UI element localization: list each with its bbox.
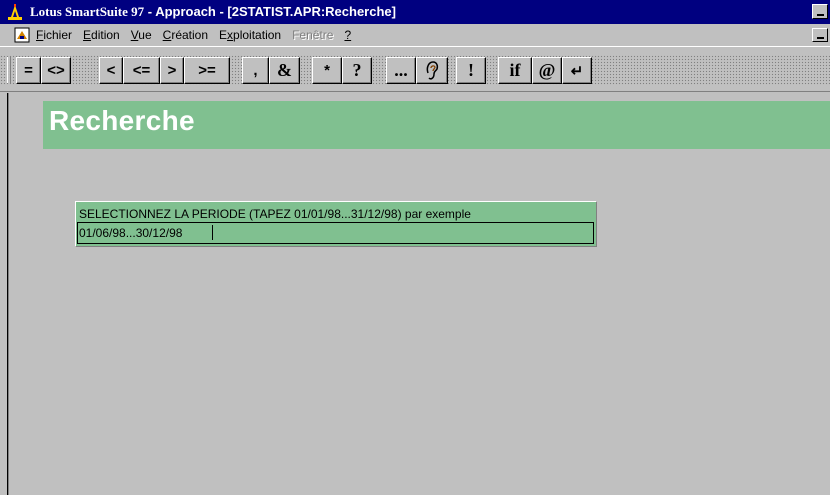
lotus-app-icon[interactable] — [6, 3, 24, 21]
question-button[interactable]: ? — [342, 57, 372, 84]
document-minimize-button[interactable] — [812, 28, 828, 42]
greater-equal-button[interactable]: >= — [184, 57, 230, 84]
ear-icon — [426, 60, 439, 80]
menu-creation[interactable]: Création — [163, 28, 208, 42]
less-than-button[interactable]: < — [99, 57, 123, 84]
menu-bar: Fichier Edition Vue Création Exploitatio… — [0, 24, 830, 46]
menu-fichier[interactable]: Fichier — [36, 28, 72, 42]
asterisk-button[interactable]: * — [312, 57, 342, 84]
menu-edition[interactable]: Edition — [83, 28, 120, 42]
toolbar-grip[interactable] — [7, 57, 11, 83]
title-bar: Lotus SmartSuite 97 - Approach - [2STATI… — [0, 0, 830, 24]
window-title: Lotus SmartSuite 97 - Approach - [2STATI… — [30, 4, 396, 19]
toolbar: = <> < <= > >= , & * ? ... ! if @ ↵ — [0, 46, 830, 92]
menu-exploitation[interactable]: Exploitation — [219, 28, 281, 42]
minimize-button[interactable] — [812, 4, 828, 19]
enter-button[interactable]: ↵ — [562, 57, 592, 84]
period-field-label: SELECTIONNEZ LA PERIODE (TAPEZ 01/01/98.… — [79, 207, 471, 221]
page-title: Recherche — [49, 105, 195, 136]
period-field-panel: SELECTIONNEZ LA PERIODE (TAPEZ 01/01/98.… — [75, 201, 597, 247]
exclamation-button[interactable]: ! — [456, 57, 486, 84]
menu-fenetre[interactable]: Fenêtre — [292, 28, 333, 42]
not-equal-button[interactable]: <> — [41, 57, 71, 84]
equals-button[interactable]: = — [16, 57, 41, 84]
sounds-like-button[interactable] — [416, 57, 448, 84]
greater-than-button[interactable]: > — [160, 57, 184, 84]
period-input[interactable] — [77, 222, 594, 244]
form-workspace[interactable] — [8, 93, 830, 495]
less-equal-button[interactable]: <= — [123, 57, 160, 84]
at-button[interactable]: @ — [532, 57, 562, 84]
document-control-icon[interactable] — [14, 27, 30, 43]
form-header: Recherche — [43, 101, 830, 149]
ampersand-button[interactable]: & — [269, 57, 300, 84]
text-caret — [212, 225, 213, 240]
menu-help[interactable]: ? — [344, 28, 351, 42]
menu-vue[interactable]: Vue — [131, 28, 152, 42]
comma-button[interactable]: , — [242, 57, 269, 84]
window-left-border — [0, 93, 8, 495]
ellipsis-button[interactable]: ... — [386, 57, 416, 84]
if-button[interactable]: if — [498, 57, 532, 84]
